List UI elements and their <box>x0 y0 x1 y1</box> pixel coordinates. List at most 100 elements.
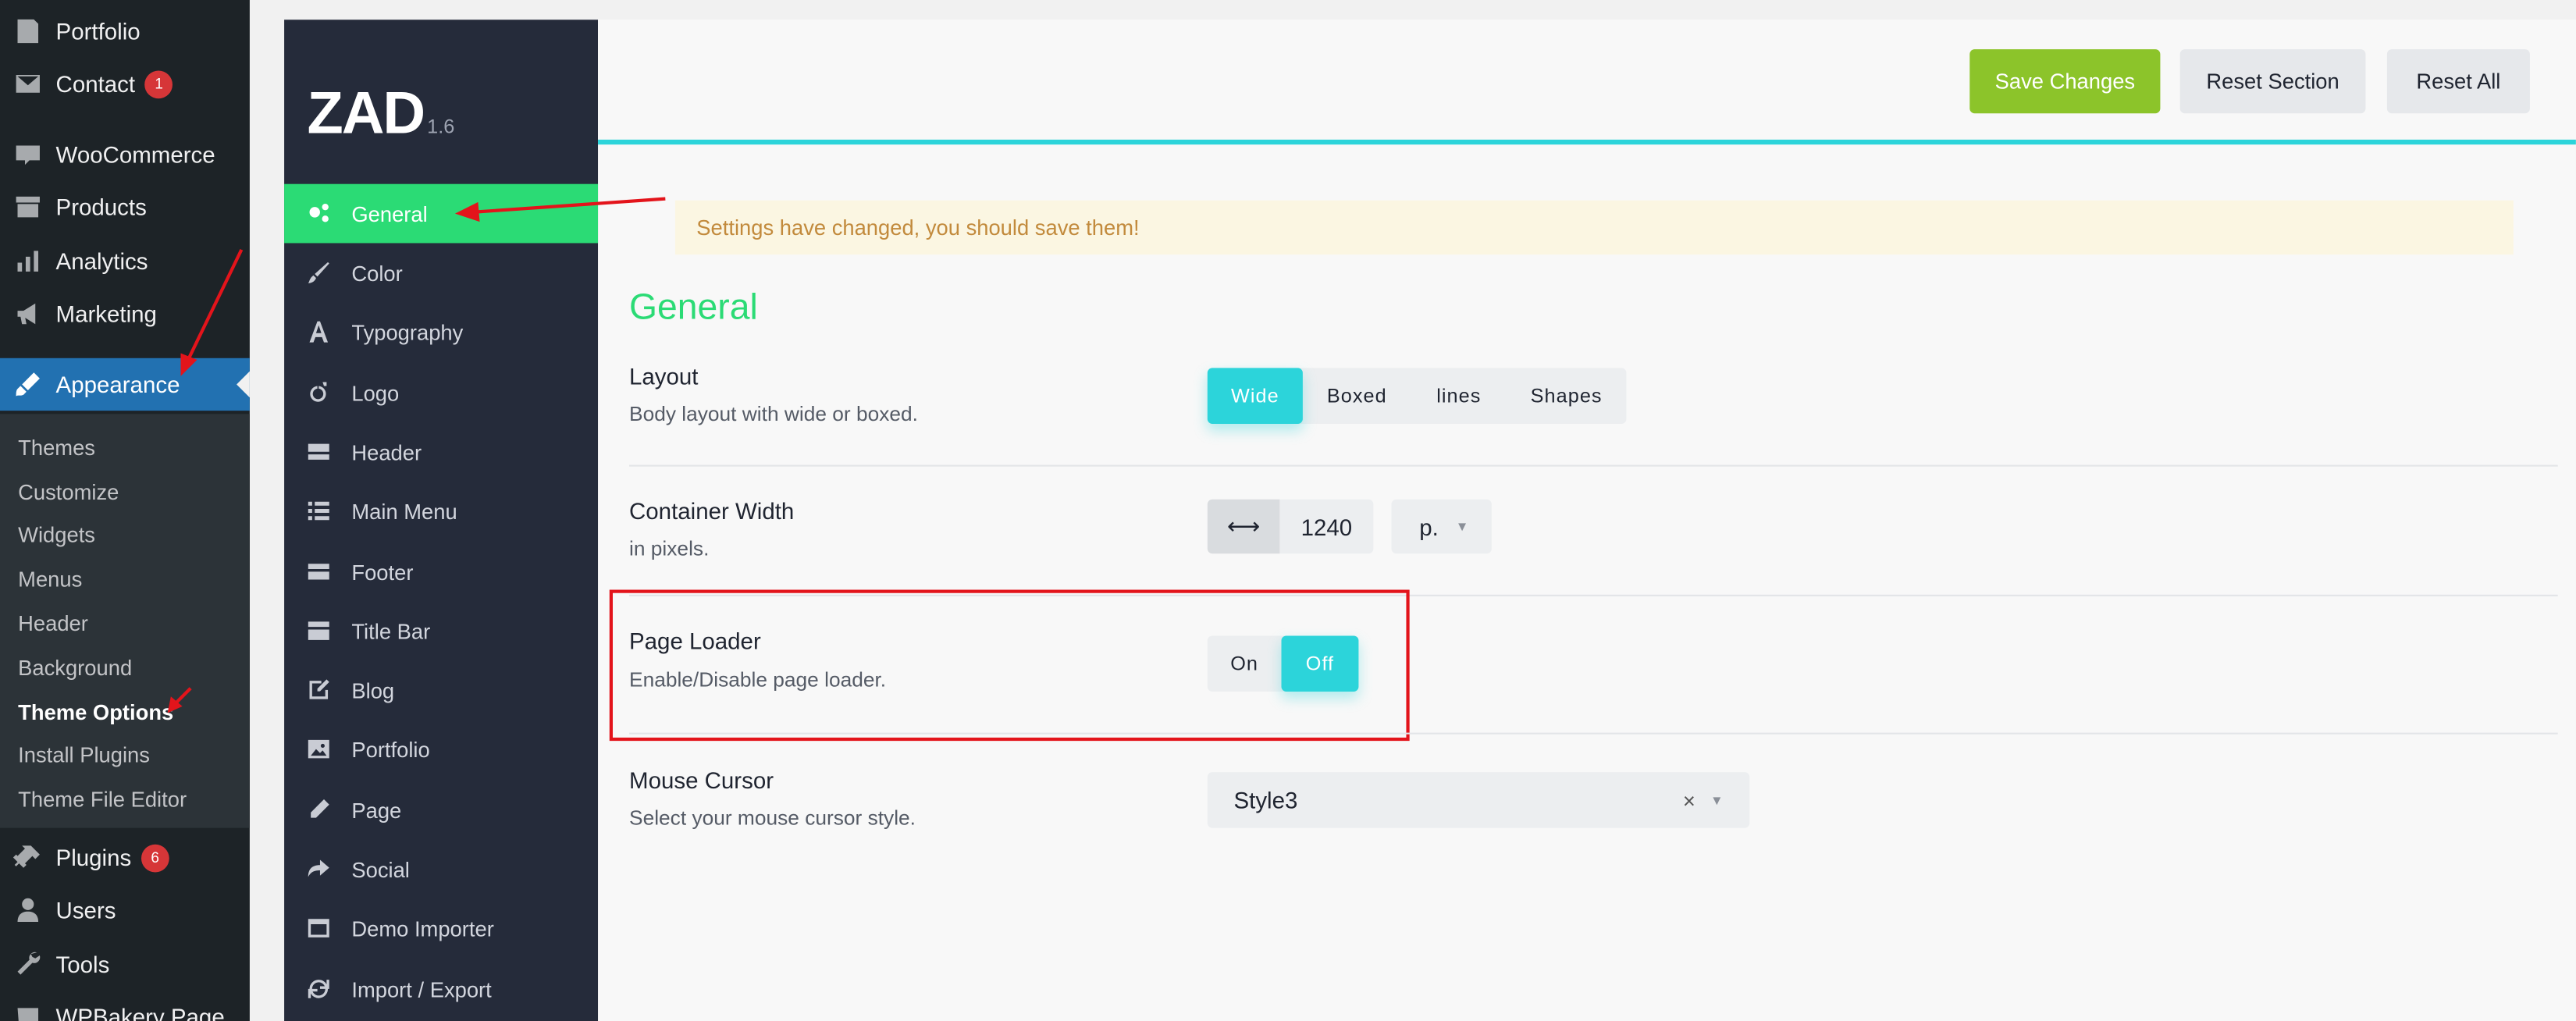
layout-segmented-control: Wide Boxed lines Shapes <box>1207 368 1627 424</box>
submenu-theme-options[interactable]: Theme Options <box>0 689 250 733</box>
wp-menu-portfolio[interactable]: Portfolio <box>0 5 250 57</box>
version-label: 1.6 <box>427 115 455 138</box>
font-icon <box>284 318 351 345</box>
nav-label: Blog <box>351 678 395 703</box>
nav-label: General <box>351 201 428 226</box>
wpbakery-icon <box>0 1002 56 1021</box>
wp-menu-plugins[interactable]: Plugins 6 <box>0 831 250 884</box>
nav-logo[interactable]: Logo <box>284 363 598 422</box>
mouse-cursor-value: Style3 <box>1233 787 1298 813</box>
nav-portfolio[interactable]: Portfolio <box>284 720 598 779</box>
submenu-install-plugins[interactable]: Install Plugins <box>0 734 250 777</box>
list-icon <box>284 498 351 525</box>
submenu-widgets[interactable]: Widgets <box>0 514 250 557</box>
section-title: General <box>629 286 758 327</box>
options-toolbar: Save Changes Reset Section Reset All <box>598 20 2576 145</box>
wp-menu-tools[interactable]: Tools <box>0 938 250 991</box>
wp-menu-label: Contact <box>55 70 136 98</box>
wp-menu-label: WPBakery Page <box>55 1003 225 1021</box>
nav-title-bar[interactable]: Title Bar <box>284 601 598 660</box>
nav-label: Demo Importer <box>351 916 494 941</box>
save-changes-button[interactable]: Save Changes <box>1969 49 2161 114</box>
megaphone-icon <box>0 299 56 329</box>
pencil-icon <box>284 797 351 824</box>
nav-header[interactable]: Header <box>284 422 598 482</box>
wp-menu-wpbakery[interactable]: WPBakery Page <box>0 991 250 1021</box>
wp-menu-contact[interactable]: Contact 1 <box>0 58 250 110</box>
wp-menu-label: Tools <box>55 951 110 978</box>
clear-icon[interactable]: × <box>1683 788 1695 813</box>
logo-icon <box>284 379 351 406</box>
appearance-submenu: Themes Customize Widgets Menus Header Ba… <box>0 414 250 828</box>
wp-menu-analytics[interactable]: Analytics <box>0 235 250 287</box>
wp-menu-woocommerce[interactable]: WooCommerce <box>0 128 250 180</box>
submenu-themes[interactable]: Themes <box>0 425 250 469</box>
wp-admin-sidebar: Portfolio Contact 1 WooCommerce Products… <box>0 0 250 1021</box>
nav-main-menu[interactable]: Main Menu <box>284 482 598 541</box>
chevron-down-icon: ▼ <box>1710 792 1724 808</box>
nav-general[interactable]: General <box>284 183 599 244</box>
gears-icon <box>284 201 351 227</box>
wp-menu-label: Analytics <box>55 247 148 275</box>
unit-select[interactable]: p. ▼ <box>1391 499 1492 554</box>
window-icon <box>284 915 351 941</box>
submenu-customize[interactable]: Customize <box>0 469 250 513</box>
nav-color[interactable]: Color <box>284 243 598 302</box>
layout-option-shapes[interactable]: Shapes <box>1507 368 1627 424</box>
nav-label: Main Menu <box>351 498 457 524</box>
container-width-input-group: ⟷ 1240 <box>1207 499 1374 554</box>
layout-description: Body layout with wide or boxed. <box>629 402 918 426</box>
nav-label: Typography <box>351 319 464 344</box>
brush-icon <box>284 260 351 286</box>
wp-menu-label: Appearance <box>55 371 180 398</box>
submenu-header[interactable]: Header <box>0 602 250 646</box>
wp-menu-products[interactable]: Products <box>0 180 250 233</box>
wp-menu-users[interactable]: Users <box>0 884 250 936</box>
submenu-background[interactable]: Background <box>0 646 250 689</box>
wp-menu-marketing[interactable]: Marketing <box>0 287 250 340</box>
nav-social[interactable]: Social <box>284 839 598 898</box>
nav-label: Color <box>351 260 403 286</box>
notification-badge: 1 <box>144 69 173 98</box>
footer-icon <box>284 559 351 585</box>
layout-option-boxed[interactable]: Boxed <box>1303 368 1411 424</box>
woocommerce-icon <box>0 140 56 169</box>
wp-menu-appearance[interactable]: Appearance <box>0 358 250 411</box>
bar-chart-icon <box>0 247 56 276</box>
nav-footer[interactable]: Footer <box>284 542 598 601</box>
image-icon <box>284 736 351 763</box>
chevron-down-icon: ▼ <box>1455 519 1469 534</box>
container-width-label: Container Width <box>629 497 795 525</box>
nav-page[interactable]: Page <box>284 781 598 840</box>
reset-all-button[interactable]: Reset All <box>2386 49 2530 114</box>
nav-import-export[interactable]: Import / Export <box>284 959 598 1019</box>
logo-text: ZAD <box>307 79 426 147</box>
archive-icon <box>0 192 56 222</box>
submenu-theme-file-editor[interactable]: Theme File Editor <box>0 777 250 821</box>
reset-section-button[interactable]: Reset Section <box>2179 49 2366 114</box>
highlight-annotation-box <box>609 589 1410 742</box>
nav-label: Header <box>351 439 422 464</box>
mouse-cursor-description: Select your mouse cursor style. <box>629 806 916 830</box>
container-width-description: in pixels. <box>629 537 710 560</box>
plugin-icon <box>0 843 56 873</box>
container-width-input[interactable]: 1240 <box>1279 499 1374 554</box>
wp-menu-label: Portfolio <box>55 18 141 44</box>
nav-label: Import / Export <box>351 977 492 1001</box>
nav-blog[interactable]: Blog <box>284 660 598 720</box>
refresh-icon <box>284 976 351 1002</box>
layout-option-wide[interactable]: Wide <box>1207 368 1303 424</box>
nav-typography[interactable]: Typography <box>284 302 598 361</box>
horizontal-arrows-icon: ⟷ <box>1207 499 1280 554</box>
mouse-cursor-select[interactable]: Style3 × ▼ <box>1207 772 1750 828</box>
layout-option-lines[interactable]: lines <box>1411 368 1507 424</box>
wp-menu-label: Products <box>55 194 147 221</box>
notification-badge: 6 <box>141 843 169 872</box>
nav-demo-importer[interactable]: Demo Importer <box>284 898 598 958</box>
nav-label: Logo <box>351 380 400 405</box>
unit-select-value: p. <box>1419 513 1439 540</box>
wp-menu-label: Plugins <box>55 844 132 871</box>
options-sidebar: ZAD 1.6 General Color Typography Logo Hea… <box>284 20 599 1021</box>
submenu-menus[interactable]: Menus <box>0 557 250 601</box>
wrench-icon <box>0 949 56 979</box>
